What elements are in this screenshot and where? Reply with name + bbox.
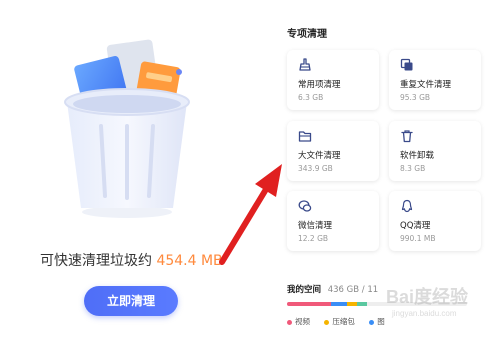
legend-dot <box>287 319 292 325</box>
folder-icon <box>298 131 312 142</box>
card-label: 大文件清理 <box>298 151 341 161</box>
card-label: 重复文件清理 <box>400 80 452 90</box>
card-value: 343.9 GB <box>298 164 333 173</box>
card-label: 微信清理 <box>298 221 333 231</box>
baidu-jingyan-watermark: Bai度经验 jingyan.baidu.com <box>386 283 496 328</box>
card-value: 95.3 GB <box>400 93 431 102</box>
card-duplicate-files[interactable]: 重复文件清理 95.3 GB <box>389 50 481 110</box>
section-title-cleanup: 专项清理 <box>287 29 327 40</box>
card-value: 990.1 MB <box>400 234 436 243</box>
legend-label: 图 <box>377 317 385 326</box>
bar-segment-images <box>331 302 347 306</box>
wechat-icon <box>298 200 312 212</box>
my-space-title: 我的空间 <box>287 285 322 295</box>
card-value: 8.3 GB <box>400 164 426 173</box>
legend-dot <box>369 319 375 325</box>
trash-icon <box>401 130 413 143</box>
card-label: 常用项清理 <box>298 80 341 90</box>
card-uninstall[interactable]: 软件卸载 8.3 GB <box>389 121 481 181</box>
card-label: QQ清理 <box>400 221 431 231</box>
duplicate-files-icon <box>400 58 413 71</box>
watermark-line2: jingyan.baidu.com <box>392 309 457 318</box>
bar-segment-other <box>357 302 367 306</box>
my-space-row: 我的空间 436 GB / 11 <box>287 283 378 295</box>
card-label: 软件卸载 <box>400 151 435 161</box>
legend-label: 视频 <box>295 317 310 326</box>
card-value: 6.3 GB <box>298 93 324 102</box>
left-panel: 可快速清理垃圾约 454.4 MB 立即清理 <box>0 0 265 337</box>
qq-icon <box>401 199 413 213</box>
legend-item-archive: 压缩包 <box>324 317 355 326</box>
legend-item-image: 图 <box>369 317 385 326</box>
legend-label: 压缩包 <box>332 317 355 326</box>
summary-text: 可快速清理垃圾约 <box>40 253 152 269</box>
bar-segment-video <box>287 302 331 306</box>
clean-now-button[interactable]: 立即清理 <box>84 286 178 316</box>
trash-can-illustration-icon <box>64 39 190 218</box>
cleanable-size: 454.4 MB <box>156 253 223 269</box>
card-qq[interactable]: QQ清理 990.1 MB <box>389 191 481 251</box>
card-common-items[interactable]: 常用项清理 6.3 GB <box>287 50 379 110</box>
legend-item-video: 视频 <box>287 317 310 326</box>
watermark-line1: Bai度经验 <box>386 287 469 307</box>
bar-segment-archives <box>347 302 357 306</box>
storage-legend: 视频 压缩包 图 <box>287 316 397 327</box>
card-value: 12.2 GB <box>298 234 329 243</box>
cleanable-summary: 可快速清理垃圾约 454.4 MB <box>40 250 223 270</box>
card-large-files[interactable]: 大文件清理 343.9 GB <box>287 121 379 181</box>
legend-dot <box>324 319 330 325</box>
card-wechat[interactable]: 微信清理 12.2 GB <box>287 191 379 251</box>
broom-icon <box>299 58 311 71</box>
my-space-value: 436 GB / 11 <box>327 285 379 295</box>
